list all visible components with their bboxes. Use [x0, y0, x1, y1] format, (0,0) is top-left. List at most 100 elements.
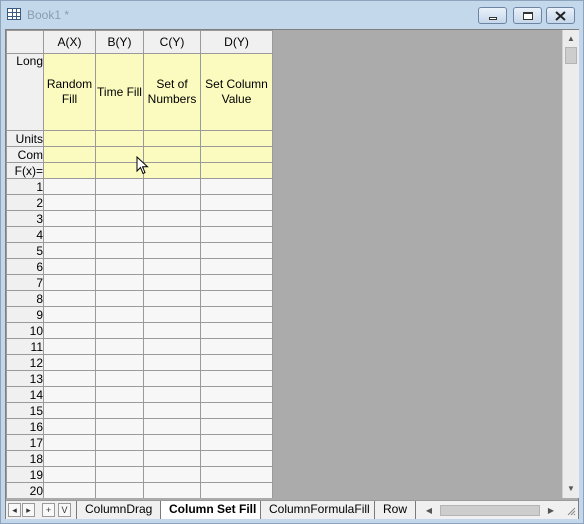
data-cell[interactable]	[95, 178, 144, 195]
vertical-scroll-thumb[interactable]	[565, 47, 577, 64]
data-cell[interactable]	[95, 354, 144, 371]
scroll-up-arrow-icon[interactable]: ▲	[563, 30, 579, 47]
data-cell[interactable]	[143, 226, 201, 243]
data-cell[interactable]	[95, 482, 144, 498]
data-cell[interactable]	[43, 418, 96, 435]
row-header-units[interactable]: Units	[6, 130, 44, 147]
data-cell[interactable]	[43, 482, 96, 498]
data-cell[interactable]	[200, 242, 273, 259]
sheet-tab-row[interactable]: Row	[374, 501, 417, 519]
data-cell[interactable]	[95, 242, 144, 259]
data-cell[interactable]	[143, 194, 201, 211]
resize-grip-icon[interactable]	[566, 506, 576, 516]
data-cell[interactable]	[43, 354, 96, 371]
data-cell[interactable]	[95, 370, 144, 387]
data-cell[interactable]	[95, 194, 144, 211]
data-cell[interactable]	[95, 434, 144, 451]
data-cell[interactable]	[143, 370, 201, 387]
comments-cell[interactable]	[43, 146, 96, 163]
data-cell[interactable]	[143, 322, 201, 339]
row-header-comments[interactable]: Com	[6, 146, 44, 163]
row-header-formula[interactable]: F(x)=	[6, 162, 44, 179]
row-header[interactable]: 11	[6, 338, 44, 355]
restore-button[interactable]	[513, 7, 542, 24]
row-header[interactable]: 7	[6, 274, 44, 291]
data-cell[interactable]	[43, 450, 96, 467]
scroll-right-arrow-icon[interactable]: ▶	[544, 502, 558, 519]
data-cell[interactable]	[143, 418, 201, 435]
sheet-tab-columndrag[interactable]: ColumnDrag	[76, 501, 162, 519]
row-header-long-name[interactable]: Long	[6, 53, 44, 131]
data-cell[interactable]	[43, 226, 96, 243]
row-header[interactable]: 4	[6, 226, 44, 243]
data-cell[interactable]	[43, 386, 96, 403]
data-cell[interactable]	[200, 434, 273, 451]
data-cell[interactable]	[43, 290, 96, 307]
data-cell[interactable]	[143, 434, 201, 451]
data-cell[interactable]	[143, 338, 201, 355]
data-cell[interactable]	[143, 306, 201, 323]
row-header[interactable]: 15	[6, 402, 44, 419]
add-sheet-button[interactable]: +	[42, 503, 55, 517]
row-header[interactable]: 14	[6, 386, 44, 403]
data-cell[interactable]	[43, 402, 96, 419]
data-cell[interactable]	[200, 194, 273, 211]
row-header[interactable]: 16	[6, 418, 44, 435]
data-cell[interactable]	[200, 258, 273, 275]
row-header[interactable]: 19	[6, 466, 44, 483]
row-header[interactable]: 2	[6, 194, 44, 211]
minimize-button[interactable]	[478, 7, 507, 24]
data-cell[interactable]	[200, 322, 273, 339]
long-name-a[interactable]: Random Fill	[43, 53, 96, 131]
sheet-tab-columnformulafill[interactable]: ColumnFormulaFill	[260, 501, 379, 519]
data-cell[interactable]	[143, 274, 201, 291]
column-header-c[interactable]: C(Y)	[143, 30, 201, 54]
data-cell[interactable]	[200, 210, 273, 227]
column-header-b[interactable]: B(Y)	[95, 30, 144, 54]
data-cell[interactable]	[95, 306, 144, 323]
data-cell[interactable]	[143, 290, 201, 307]
row-header[interactable]: 5	[6, 242, 44, 259]
data-cell[interactable]	[95, 274, 144, 291]
row-header[interactable]: 8	[6, 290, 44, 307]
formula-cell[interactable]	[43, 162, 96, 179]
data-cell[interactable]	[200, 370, 273, 387]
data-cell[interactable]	[143, 210, 201, 227]
long-name-c[interactable]: Set of Numbers	[143, 53, 201, 131]
row-header[interactable]: 17	[6, 434, 44, 451]
comments-cell[interactable]	[143, 146, 201, 163]
data-cell[interactable]	[95, 258, 144, 275]
units-cell[interactable]	[200, 130, 273, 147]
data-cell[interactable]	[143, 258, 201, 275]
data-cell[interactable]	[200, 354, 273, 371]
column-header-a[interactable]: A(X)	[43, 30, 96, 54]
data-cell[interactable]	[143, 178, 201, 195]
title-bar[interactable]: Book1 *	[1, 1, 583, 29]
row-header[interactable]: 9	[6, 306, 44, 323]
data-cell[interactable]	[143, 482, 201, 498]
data-cell[interactable]	[43, 338, 96, 355]
scroll-down-arrow-icon[interactable]: ▼	[563, 480, 579, 497]
data-cell[interactable]	[43, 306, 96, 323]
units-cell[interactable]	[95, 130, 144, 147]
data-cell[interactable]	[43, 370, 96, 387]
data-cell[interactable]	[43, 274, 96, 291]
horizontal-scroll-thumb[interactable]	[440, 505, 540, 516]
sheet-menu-button[interactable]: V	[58, 503, 71, 517]
column-header-d[interactable]: D(Y)	[200, 30, 273, 54]
data-cell[interactable]	[43, 322, 96, 339]
select-all-corner[interactable]	[6, 30, 44, 54]
data-cell[interactable]	[200, 226, 273, 243]
row-header[interactable]: 13	[6, 370, 44, 387]
data-cell[interactable]	[143, 354, 201, 371]
horizontal-scrollbar[interactable]: ◀ ▶	[422, 502, 558, 519]
data-cell[interactable]	[143, 386, 201, 403]
row-header[interactable]: 18	[6, 450, 44, 467]
row-header[interactable]: 12	[6, 354, 44, 371]
data-cell[interactable]	[95, 418, 144, 435]
data-cell[interactable]	[143, 402, 201, 419]
data-cell[interactable]	[95, 226, 144, 243]
data-cell[interactable]	[43, 194, 96, 211]
data-cell[interactable]	[200, 418, 273, 435]
data-cell[interactable]	[200, 274, 273, 291]
